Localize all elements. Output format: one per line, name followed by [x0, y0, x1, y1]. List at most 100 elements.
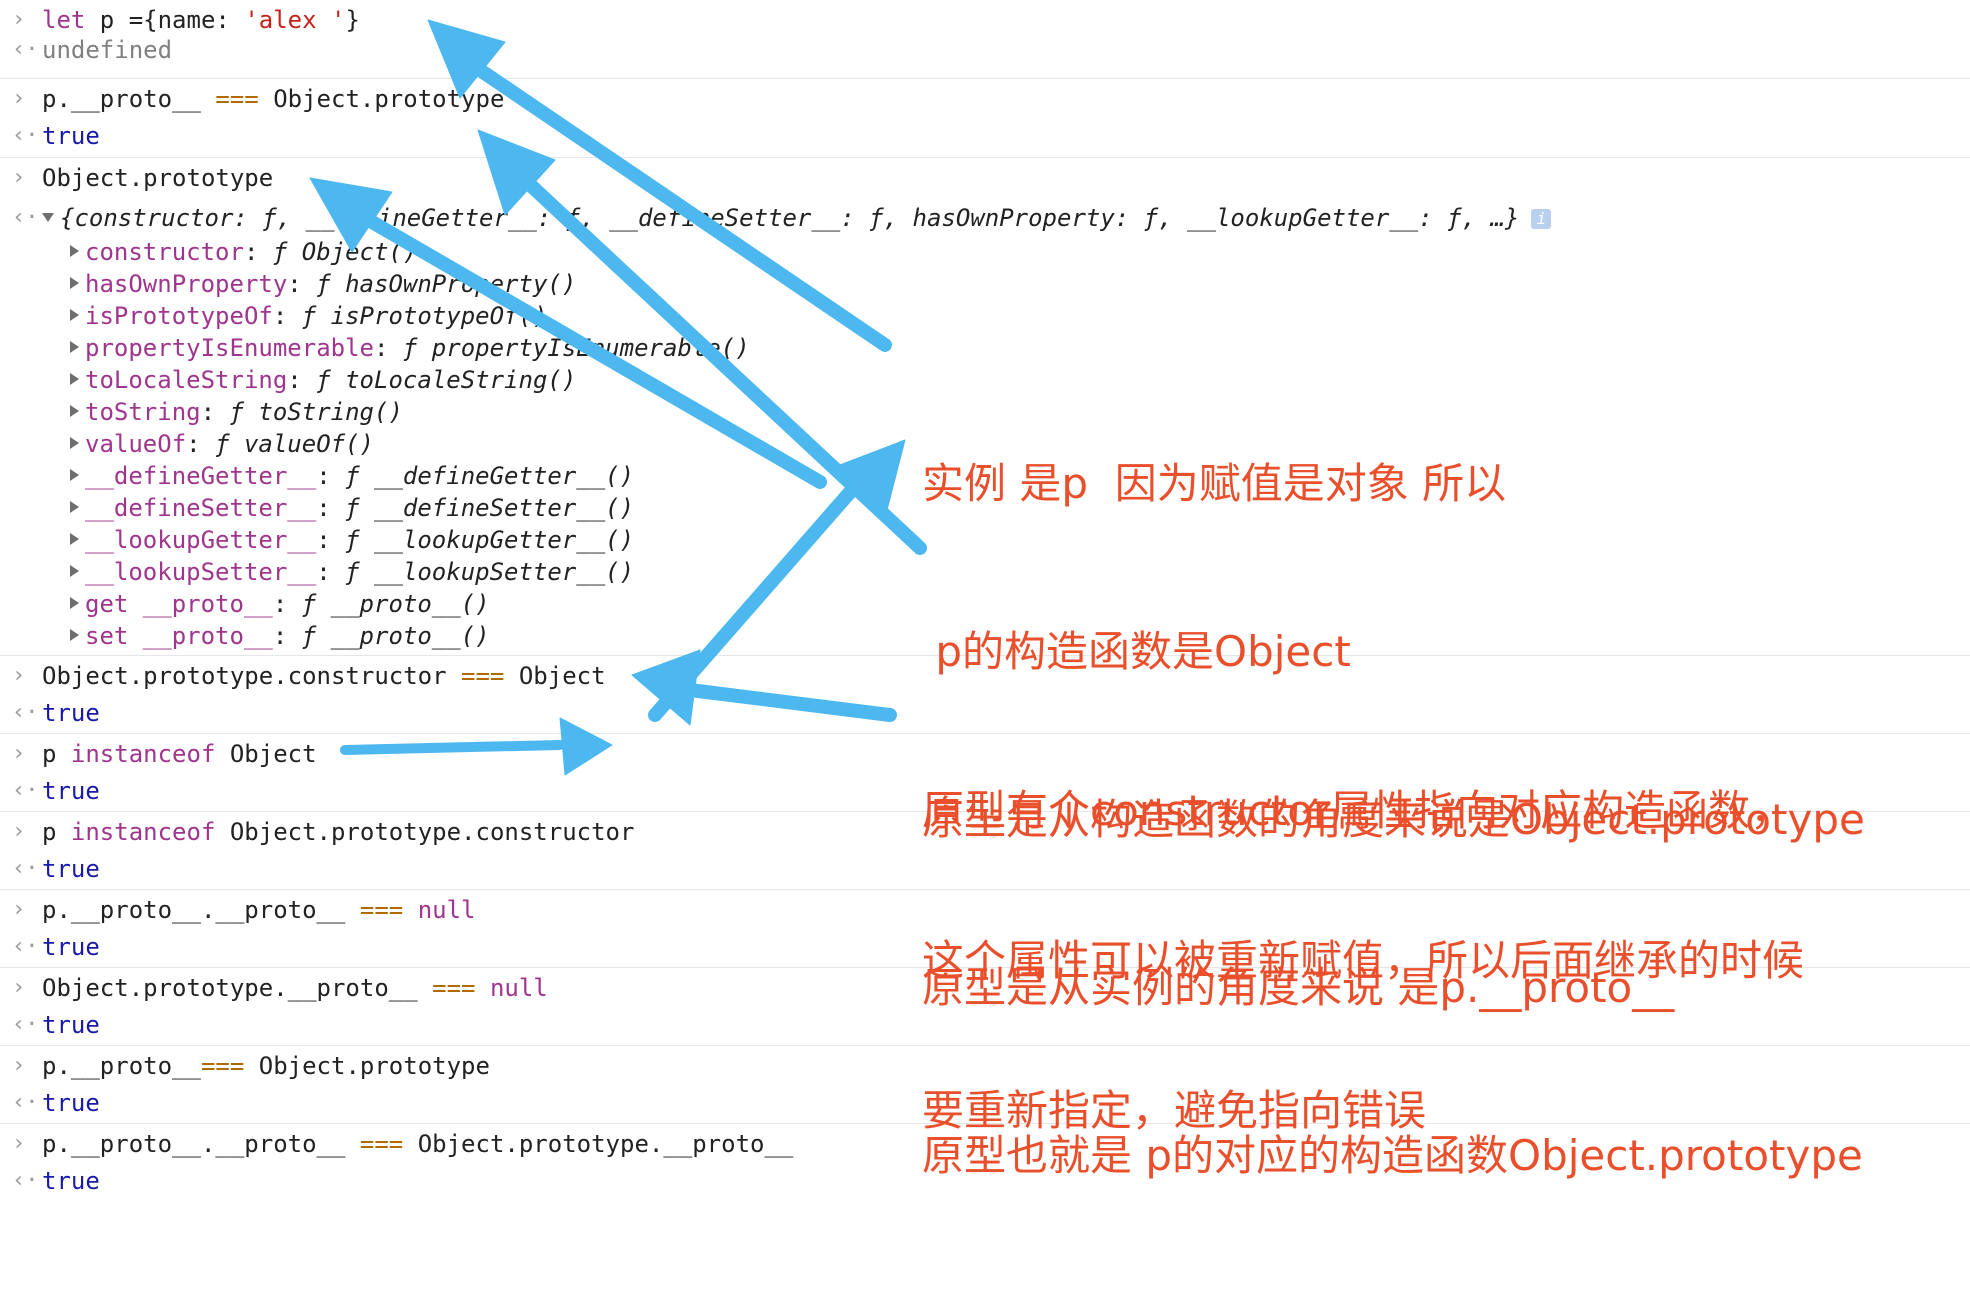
property-value: ƒ __defineGetter__()	[345, 462, 635, 490]
property-value: ƒ propertyIsEnumerable()	[402, 334, 750, 362]
property-name: set __proto__	[85, 622, 273, 650]
property-name: get __proto__	[85, 590, 273, 618]
console-input-line[interactable]: › Object.prototype	[0, 160, 1970, 196]
property-name: __lookupGetter__	[85, 526, 317, 554]
output-prompt-icon: ‹·	[12, 123, 39, 148]
expand-triangle-icon[interactable]	[70, 341, 79, 353]
code-text: p ={name:	[85, 6, 245, 34]
input-prompt-icon: ›	[12, 663, 26, 688]
annotation-line: 原型有个constructor属性指向对应构造函数，	[922, 786, 1793, 835]
property-separator: :	[316, 526, 346, 554]
property-value: ƒ __proto__()	[301, 590, 490, 618]
property-separator: :	[373, 334, 403, 362]
property-separator: :	[316, 462, 346, 490]
property-name: isPrototypeOf	[85, 302, 273, 330]
input-prompt-icon: ›	[12, 819, 26, 844]
expand-triangle-icon[interactable]	[70, 501, 79, 513]
expand-triangle-icon[interactable]	[70, 469, 79, 481]
code-text: p	[42, 818, 71, 846]
expand-triangle-icon[interactable]	[70, 437, 79, 449]
property-name: valueOf	[85, 430, 187, 458]
expand-triangle-icon[interactable]	[70, 405, 79, 417]
code-text: }	[345, 6, 360, 34]
code-text: p.__proto__	[42, 85, 216, 113]
input-prompt-icon: ›	[12, 1053, 26, 1078]
property-separator: :	[272, 590, 302, 618]
input-prompt-icon: ›	[12, 741, 26, 766]
property-separator: :	[287, 366, 317, 394]
input-prompt-icon: ›	[12, 897, 26, 922]
expand-triangle-icon[interactable]	[70, 277, 79, 289]
keyword: instanceof	[70, 740, 216, 768]
property-name: hasOwnProperty	[85, 270, 288, 298]
keyword: instanceof	[70, 818, 216, 846]
code-text: p	[42, 740, 71, 768]
property-value: ƒ Object()	[272, 238, 418, 266]
annotation-line: 这个属性可以被重新赋值，所以后面继承的时候	[922, 936, 1805, 985]
property-value: ƒ __lookupSetter__()	[345, 558, 635, 586]
code-text: Object	[504, 662, 606, 690]
code-text: Object.prototype.constructor	[42, 662, 462, 690]
console-input-line[interactable]: › p.__proto__ === Object.prototype	[0, 81, 1970, 117]
console-output-line: ‹· undefined	[0, 32, 1970, 68]
property-name: toLocaleString	[85, 366, 288, 394]
code-text: p.__proto__.__proto__	[42, 896, 360, 924]
property-separator: :	[287, 270, 317, 298]
result-value: true	[42, 122, 100, 150]
object-property-row[interactable]: constructor: ƒ Object()	[0, 234, 1970, 270]
input-prompt-icon: ›	[12, 86, 26, 111]
output-prompt-icon: ‹·	[12, 856, 39, 881]
property-name: propertyIsEnumerable	[85, 334, 374, 362]
operator: ===	[200, 1052, 245, 1080]
operator: ===	[359, 896, 404, 924]
property-value: ƒ isPrototypeOf()	[301, 302, 548, 330]
object-summary: {constructor: ƒ, __defineGetter__: ƒ, __…	[60, 204, 1520, 232]
annotation-line: p的构造函数是Object	[922, 627, 1351, 676]
expand-triangle-icon[interactable]	[70, 533, 79, 545]
property-name: toString	[85, 398, 201, 426]
result-value: true	[42, 699, 100, 727]
divider	[0, 157, 1970, 158]
info-icon[interactable]: i	[1531, 209, 1552, 229]
code-text: Object.prototype	[244, 1052, 490, 1080]
object-property-row[interactable]: hasOwnProperty: ƒ hasOwnProperty()	[0, 266, 1970, 302]
expand-triangle-icon[interactable]	[42, 212, 54, 222]
property-separator: :	[200, 398, 230, 426]
annotation-line: 实例 是p 因为赋值是对象 所以	[922, 459, 1507, 508]
expand-triangle-icon[interactable]	[70, 629, 79, 641]
property-value: ƒ toLocaleString()	[316, 366, 577, 394]
output-prompt-icon: ‹·	[12, 778, 39, 803]
property-separator: :	[186, 430, 216, 458]
property-name: __defineSetter__	[85, 494, 317, 522]
result-value: true	[42, 1167, 100, 1195]
property-value: ƒ __lookupGetter__()	[345, 526, 635, 554]
output-prompt-icon: ‹·	[12, 37, 39, 62]
property-value: ƒ __defineSetter__()	[345, 494, 635, 522]
keyword-let: let	[42, 6, 86, 34]
output-prompt-icon: ‹·	[12, 700, 39, 725]
operator: ===	[432, 974, 476, 1002]
output-prompt-icon: ‹·	[12, 1012, 39, 1037]
expand-triangle-icon[interactable]	[70, 565, 79, 577]
object-property-row[interactable]: isPrototypeOf: ƒ isPrototypeOf()	[0, 298, 1970, 334]
property-separator: :	[272, 302, 302, 330]
expand-triangle-icon[interactable]	[70, 597, 79, 609]
code-text: Object.prototype	[42, 164, 274, 192]
result-value: undefined	[42, 36, 173, 64]
output-prompt-icon: ‹·	[12, 1090, 39, 1115]
annotation-line: 要重新指定，避免指向错误	[922, 1086, 1427, 1135]
property-name: __lookupSetter__	[85, 558, 317, 586]
output-prompt-icon: ‹·	[12, 934, 39, 959]
result-value: true	[42, 777, 100, 805]
object-summary-line[interactable]: ‹· {constructor: ƒ, __defineGetter__: ƒ,…	[0, 200, 1970, 236]
operator: ===	[215, 85, 259, 113]
expand-triangle-icon[interactable]	[70, 245, 79, 257]
divider	[0, 78, 1970, 79]
output-prompt-icon: ‹·	[12, 205, 39, 230]
expand-triangle-icon[interactable]	[70, 373, 79, 385]
property-value: ƒ toString()	[229, 398, 403, 426]
input-prompt-icon: ›	[12, 1131, 26, 1156]
property-separator: :	[316, 494, 346, 522]
property-name: __defineGetter__	[85, 462, 317, 490]
expand-triangle-icon[interactable]	[70, 309, 79, 321]
